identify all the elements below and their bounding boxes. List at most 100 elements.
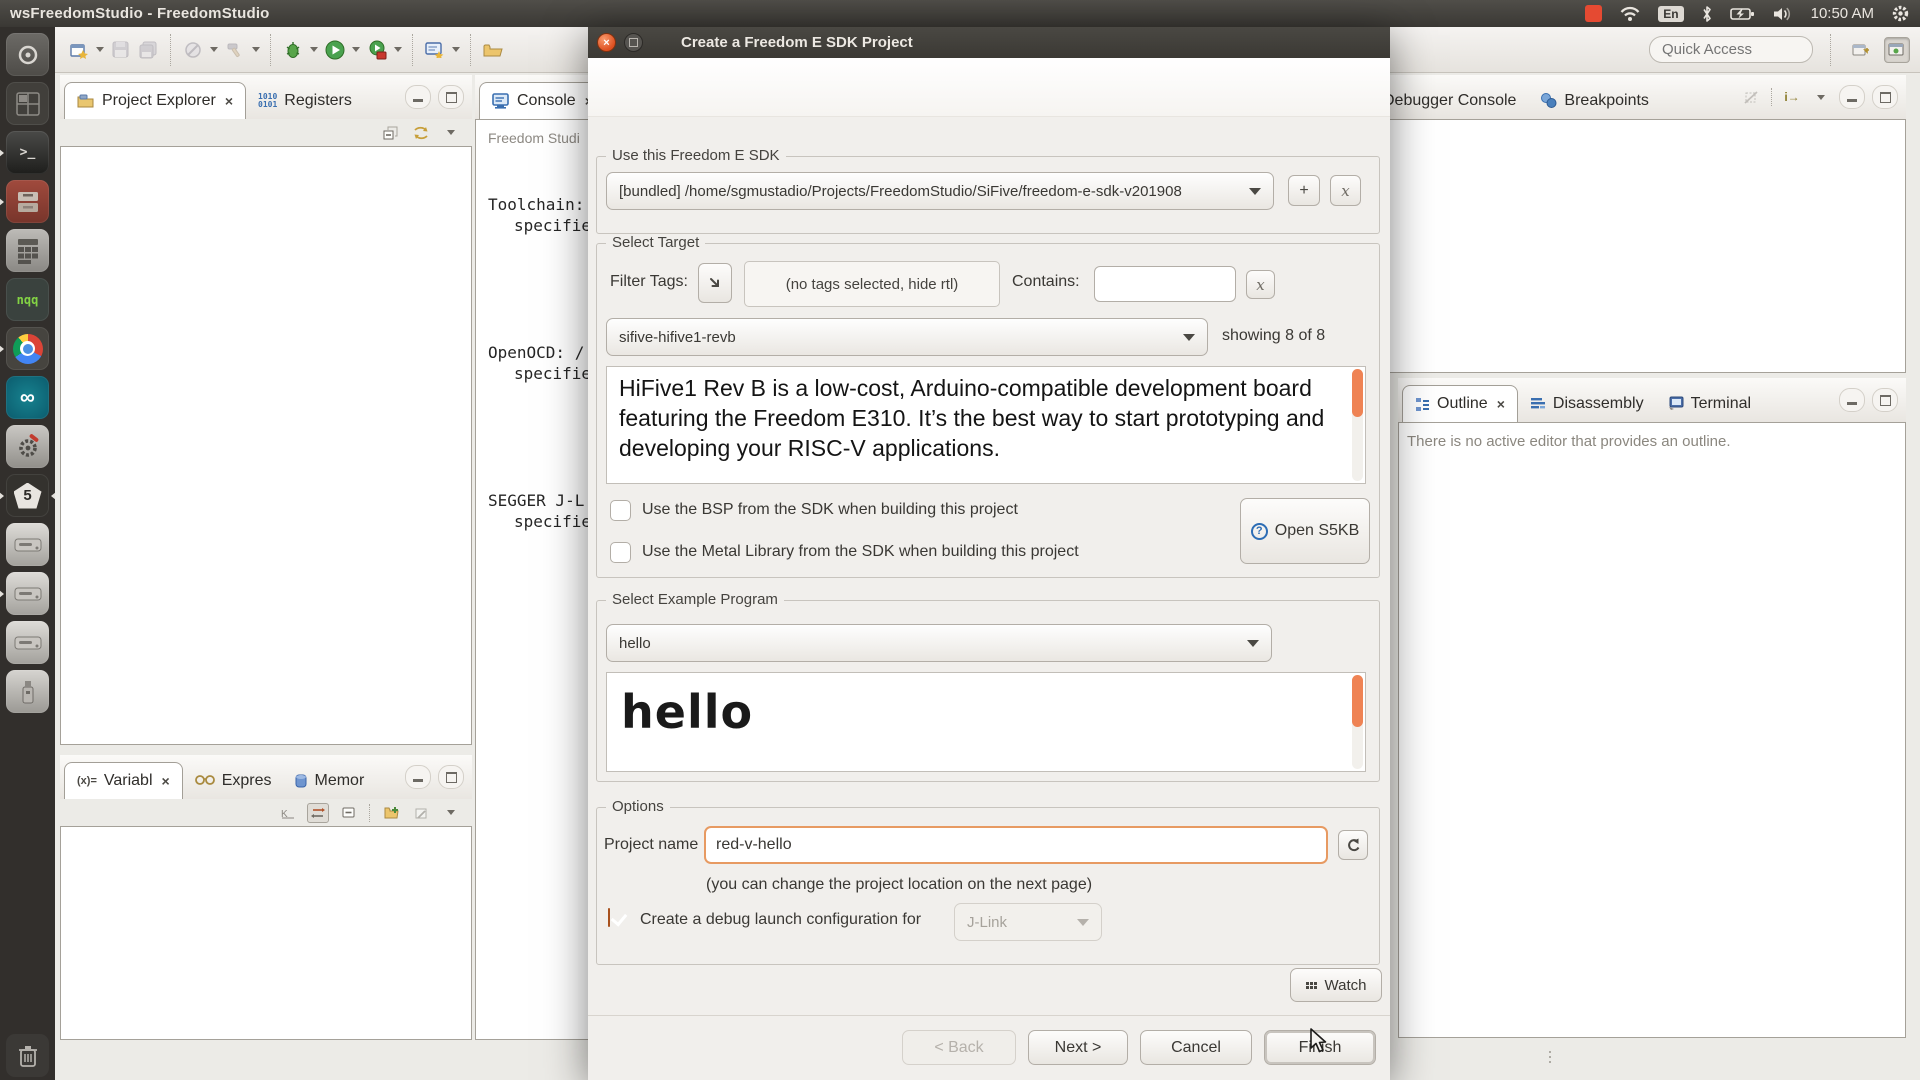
collapse-all-icon[interactable] [337, 803, 359, 823]
debug-tool-combo[interactable]: J-Link [954, 903, 1102, 941]
collapse-all-icon[interactable] [380, 123, 402, 143]
debug-launch-checkbox[interactable] [608, 908, 610, 927]
back-button[interactable]: < Back [902, 1030, 1016, 1065]
usb-drive-launcher-icon[interactable] [6, 670, 49, 713]
volume-icon[interactable] [1772, 5, 1794, 23]
metal-library-checkbox-label[interactable]: Use the Metal Library from the SDK when … [642, 543, 1079, 561]
minimize-view-button[interactable] [1839, 388, 1865, 412]
build-menu-chevron[interactable] [249, 36, 262, 63]
target-combo[interactable]: sifive-hifive1-revb [606, 318, 1208, 356]
skip-breakpoints-menu-chevron[interactable] [207, 36, 220, 63]
sdk-combo[interactable]: [bundled] /home/sgmustadio/Projects/Free… [606, 172, 1274, 210]
gear-icon[interactable] [1891, 4, 1910, 23]
show-logical-structure-icon[interactable] [307, 803, 329, 823]
example-preview-box[interactable]: hello [606, 672, 1366, 772]
disk-1-launcher-icon[interactable] [6, 523, 49, 566]
file-cabinet-launcher-icon[interactable] [6, 180, 49, 223]
tab-outline[interactable]: Outline × [1402, 385, 1518, 422]
minimize-view-button[interactable] [405, 765, 431, 789]
arduino-launcher-icon[interactable]: ∞ [6, 376, 49, 419]
tab-project-explorer[interactable]: Project Explorer × [64, 82, 246, 119]
maximize-view-button[interactable] [1872, 85, 1898, 109]
skip-all-breakpoints-icon[interactable] [1740, 87, 1762, 107]
open-perspective-button[interactable] [1848, 37, 1874, 63]
tab-disassembly[interactable]: Disassembly [1518, 385, 1656, 422]
bsp-checkbox[interactable] [610, 500, 631, 521]
calculator-launcher-icon[interactable] [6, 229, 49, 272]
sash-handle[interactable] [1549, 1051, 1551, 1063]
description-scrollbar[interactable] [1352, 369, 1363, 481]
keyboard-layout-indicator[interactable]: En [1658, 6, 1683, 22]
clear-filter-button[interactable]: x [1246, 270, 1275, 299]
edit-watchpoint-icon[interactable] [410, 803, 432, 823]
open-s5kb-button[interactable]: ? Open S5KB [1240, 498, 1370, 564]
outline-content[interactable]: There is no active editor that provides … [1398, 422, 1906, 1038]
notepadqq-launcher-icon[interactable]: nqq [6, 278, 49, 321]
tab-expressions[interactable]: Expres [183, 762, 284, 799]
open-folder-button[interactable] [479, 36, 506, 63]
terminal-launcher-icon[interactable]: >_ [6, 131, 49, 174]
open-console-button[interactable] [421, 36, 448, 63]
remove-sdk-button[interactable]: x [1330, 175, 1361, 206]
save-all-button[interactable] [135, 36, 162, 63]
run-button[interactable] [321, 36, 348, 63]
quick-access-input[interactable] [1649, 36, 1813, 63]
tab-memory[interactable]: Memor [283, 762, 376, 799]
dialog-titlebar[interactable]: × Create a Freedom E SDK Project [588, 27, 1390, 58]
project-name-input[interactable] [704, 826, 1328, 864]
breakpoints-content[interactable] [1300, 119, 1906, 373]
debug-launch-checkbox-label[interactable]: Create a debug launch configuration for [640, 911, 921, 929]
add-sdk-button[interactable]: + [1288, 175, 1320, 206]
maximize-view-button[interactable] [438, 765, 464, 789]
example-program-combo[interactable]: hello [606, 624, 1272, 662]
dialog-maximize-button[interactable] [624, 33, 643, 52]
maximize-view-button[interactable] [1872, 388, 1898, 412]
disk-2-launcher-icon[interactable] [6, 572, 49, 615]
target-description-box[interactable]: HiFive1 Rev B is a low-cost, Arduino-com… [606, 366, 1366, 484]
skip-breakpoints-button[interactable] [179, 36, 206, 63]
tab-registers[interactable]: 10100101 Registers [246, 82, 364, 119]
tab-breakpoints[interactable]: Breakpoints [1528, 82, 1661, 119]
selected-tags-box[interactable]: (no tags selected, hide rtl) [744, 261, 1000, 307]
minimize-view-button[interactable] [1839, 85, 1865, 109]
build-button[interactable] [221, 36, 248, 63]
contains-input[interactable] [1094, 266, 1236, 302]
battery-icon[interactable] [1730, 5, 1755, 23]
close-icon[interactable]: × [1497, 396, 1505, 412]
chrome-launcher-icon[interactable] [6, 327, 49, 370]
freedomstudio-launcher-icon[interactable] [6, 33, 49, 76]
bluetooth-icon[interactable] [1701, 5, 1713, 23]
project-explorer-content[interactable] [60, 146, 472, 745]
metal-library-checkbox[interactable] [610, 542, 631, 563]
link-editor-icon[interactable] [410, 123, 432, 143]
watch-button[interactable]: Watch [1290, 968, 1382, 1002]
view-menu-icon[interactable] [440, 123, 462, 143]
next-button[interactable]: Next > [1028, 1030, 1128, 1065]
dialog-close-button[interactable]: × [597, 33, 616, 52]
debug-menu-chevron[interactable] [307, 36, 320, 63]
new-wizard-button[interactable] [65, 36, 92, 63]
add-watchpoint-icon[interactable] [380, 803, 402, 823]
view-menu-icon[interactable] [440, 803, 462, 823]
external-tools-menu-chevron[interactable] [391, 36, 404, 63]
wifi-icon[interactable] [1619, 5, 1641, 22]
tab-console[interactable]: Console × [479, 82, 606, 119]
run-menu-chevron[interactable] [349, 36, 362, 63]
filter-tags-dropdown-button[interactable] [698, 263, 732, 303]
tab-terminal[interactable]: Terminal [1656, 385, 1763, 422]
close-icon[interactable]: × [162, 773, 170, 789]
tab-variables[interactable]: (x)= Variabl × [64, 762, 183, 799]
bsp-checkbox-label[interactable]: Use the BSP from the SDK when building t… [642, 501, 1018, 519]
open-console-menu-chevron[interactable] [449, 36, 462, 63]
reset-name-button[interactable] [1338, 830, 1368, 860]
external-tools-button[interactable] [363, 36, 390, 63]
show-supported-breakpoints-icon[interactable]: i→ [1781, 87, 1803, 107]
minimize-view-button[interactable] [405, 85, 431, 109]
show-type-names-icon[interactable]: K [277, 803, 299, 823]
clock[interactable]: 10:50 AM [1811, 5, 1874, 22]
workspace-switcher-icon[interactable] [6, 82, 49, 125]
new-wizard-menu-chevron[interactable] [93, 36, 106, 63]
disk-3-launcher-icon[interactable] [6, 621, 49, 664]
build-settings-launcher-icon[interactable] [6, 425, 49, 468]
close-icon[interactable]: × [225, 93, 233, 109]
